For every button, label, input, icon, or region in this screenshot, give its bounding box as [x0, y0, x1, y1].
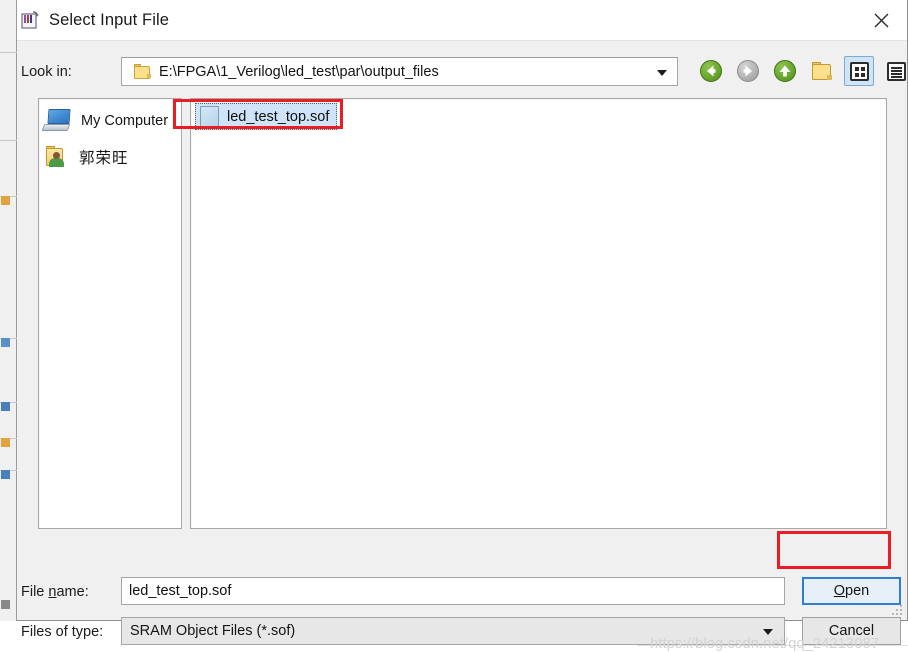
- back-button[interactable]: [696, 56, 726, 86]
- arrow-right-circle-icon: [737, 60, 759, 82]
- chevron-down-icon: [763, 629, 773, 635]
- close-button[interactable]: [855, 0, 907, 40]
- open-button[interactable]: Open: [802, 577, 901, 605]
- sidebar-item-label: 郭荣旺: [79, 150, 129, 167]
- cancel-button[interactable]: Cancel: [802, 617, 901, 645]
- look-in-combobox[interactable]: E:\FPGA\1_Verilog\led_test\par\output_fi…: [121, 57, 678, 86]
- sof-file-icon: [200, 106, 219, 127]
- file-list-panel[interactable]: led_test_top.sof: [190, 98, 887, 529]
- detail-view-button[interactable]: [881, 56, 908, 86]
- sidebar-item-label: My Computer: [81, 113, 169, 129]
- file-name-input[interactable]: [121, 577, 785, 605]
- list-item[interactable]: led_test_top.sof: [195, 103, 337, 130]
- look-in-row: Look in: E:\FPGA\1_Verilog\led_test\par\…: [17, 56, 908, 89]
- resize-grip[interactable]: [892, 605, 904, 617]
- sidebar-item-my-computer[interactable]: My Computer: [41, 104, 179, 138]
- arrow-left-circle-icon: [700, 60, 722, 82]
- forward-button[interactable]: [733, 56, 763, 86]
- chevron-down-icon: [657, 70, 667, 76]
- grid-view-icon: [849, 61, 869, 81]
- arrow-up-circle-icon: [774, 60, 796, 82]
- list-detail-icon: [886, 61, 906, 81]
- user-folder-icon: [45, 145, 71, 169]
- parent-directory-button[interactable]: [770, 56, 800, 86]
- sidebar-item-user-home[interactable]: 郭荣旺: [43, 140, 179, 174]
- files-of-type-value: SRAM Object Files (*.sof): [130, 623, 296, 639]
- file-name-label: File name:: [21, 584, 89, 600]
- computer-icon: [41, 109, 73, 133]
- window-title: Select Input File: [49, 10, 170, 29]
- quartus-programmer-icon: [20, 10, 40, 30]
- dialog-body: Look in: E:\FPGA\1_Verilog\led_test\par\…: [17, 41, 908, 652]
- look-in-path-text: E:\FPGA\1_Verilog\led_test\par\output_fi…: [159, 63, 439, 80]
- close-icon: [874, 13, 888, 27]
- list-view-button[interactable]: [844, 56, 874, 86]
- background-window-strip: [0, 0, 17, 621]
- title-bar: Select Input File: [17, 0, 907, 40]
- watermark-rule: [637, 645, 908, 646]
- new-folder-button[interactable]: [807, 56, 837, 86]
- folder-new-icon: [811, 61, 833, 81]
- look-in-label: Look in:: [21, 64, 72, 80]
- places-panel: My Computer 郭荣旺: [38, 98, 182, 529]
- files-of-type-combobox[interactable]: SRAM Object Files (*.sof): [121, 617, 785, 645]
- files-of-type-label: Files of type:: [21, 624, 104, 640]
- folder-icon: [134, 64, 152, 79]
- file-item-label: led_test_top.sof: [227, 108, 330, 125]
- select-input-file-dialog: Select Input File Look in: E:\FPGA\1_Ver…: [17, 0, 908, 652]
